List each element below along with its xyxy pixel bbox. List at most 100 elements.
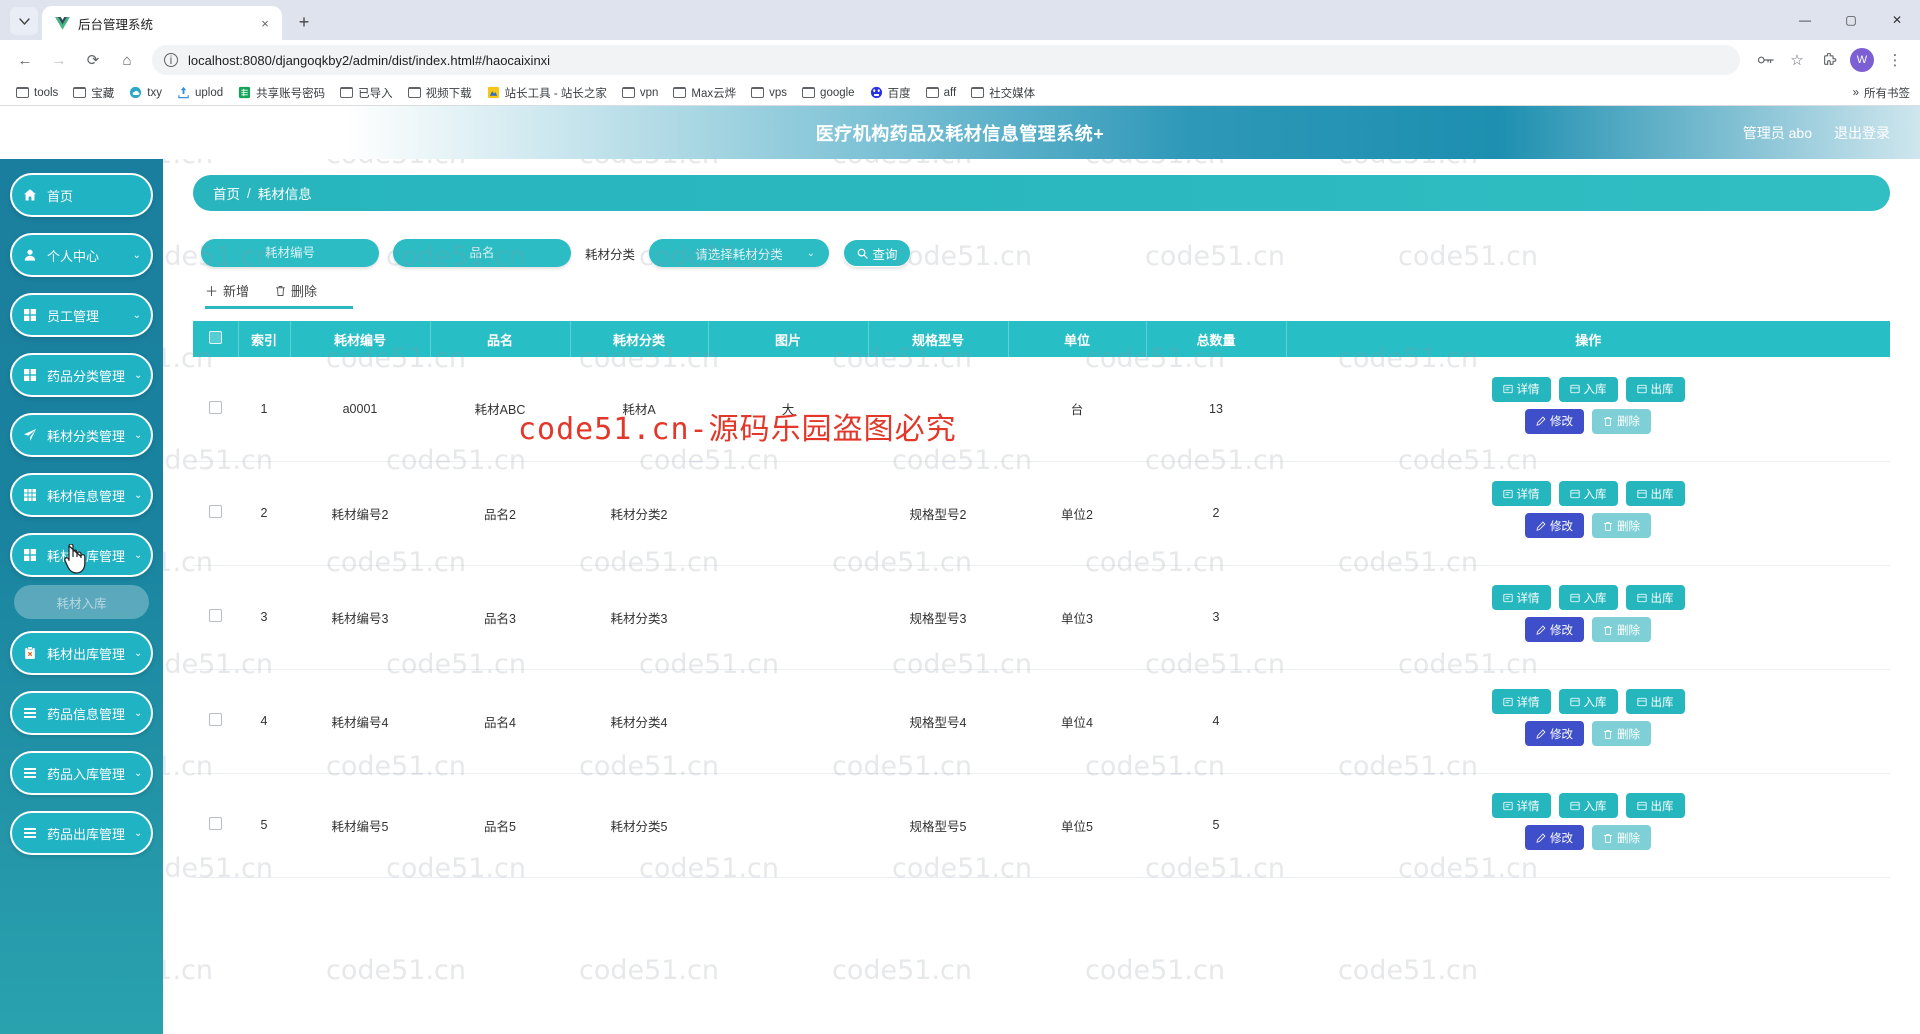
row-checkbox[interactable] (193, 773, 238, 878)
bookmark-item[interactable]: uplod (171, 84, 229, 101)
sidebar-item-2[interactable]: 员工管理 ⌄ (10, 293, 153, 337)
row-checkbox[interactable] (209, 505, 222, 518)
bookmark-item[interactable]: 站长工具 - 站长之家 (481, 83, 613, 103)
bookmarks-bar: tools 宝藏 txy uplod 共享账号密码 已导入 视频下载 站长工具 - 站长之家 v… (0, 80, 1920, 106)
bookmark-item[interactable]: 共享账号密码 (232, 83, 331, 103)
row-checkbox[interactable] (193, 669, 238, 774)
new-tab-button[interactable]: + (290, 8, 318, 36)
row-checkbox[interactable] (193, 565, 238, 670)
edit-button[interactable]: 修改 (1525, 825, 1584, 850)
minimize-icon[interactable]: — (1782, 4, 1828, 36)
sidebar-item-7[interactable]: 耗材出库管理 ⌄ (10, 631, 153, 675)
row-checkbox[interactable] (209, 400, 222, 414)
stock-out-button[interactable]: 出库 (1625, 481, 1685, 506)
row-checkbox[interactable] (209, 609, 222, 622)
content-panel: 耗材分类 请选择耗材分类 ⌄ 查询 ＋ 新增 (193, 225, 1890, 878)
row-checkbox[interactable] (193, 461, 238, 566)
sidebar-item-9[interactable]: 药品入库管理 ⌄ (10, 751, 153, 795)
home-icon[interactable]: ⌂ (112, 45, 142, 75)
address-bar[interactable]: i localhost:8080/djangoqkby2/admin/dist/… (152, 45, 1740, 75)
bookmark-item[interactable]: 已导入 (334, 83, 399, 103)
delete-button[interactable]: 删除 (275, 281, 317, 300)
bookmark-item[interactable]: 社交媒体 (965, 83, 1041, 103)
row-delete-button[interactable]: 删除 (1592, 408, 1651, 434)
sidebar-item-0[interactable]: 首页 (10, 173, 153, 217)
add-button[interactable]: ＋ 新增 (205, 281, 249, 300)
edit-button-label: 修改 (1550, 520, 1573, 533)
edit-button[interactable]: 修改 (1525, 721, 1584, 746)
stock-out-button[interactable]: 出库 (1625, 585, 1685, 610)
password-key-icon[interactable] (1750, 45, 1780, 75)
bookmark-item[interactable]: google (796, 84, 861, 101)
table-head: 索引 耗材编号 品名 耗材分类 图片 规格型号 单位 总数量 操作 (193, 321, 1890, 357)
close-window-icon[interactable]: ✕ (1874, 4, 1920, 36)
select-all-checkbox[interactable] (208, 331, 222, 344)
extensions-puzzle-icon[interactable] (1814, 45, 1844, 75)
bookmark-item[interactable]: 视频下载 (402, 83, 478, 103)
sidebar-item-1[interactable]: 个人中心 ⌄ (10, 233, 153, 277)
stock-in-button[interactable]: 入库 (1558, 481, 1618, 506)
bookmark-item[interactable]: 宝藏 (67, 83, 120, 103)
all-bookmarks-button[interactable]: » 所有书签 (1853, 85, 1910, 101)
close-icon[interactable]: × (256, 14, 274, 32)
reload-icon[interactable]: ⟳ (78, 45, 108, 75)
stock-in-button[interactable]: 入库 (1558, 376, 1618, 402)
query-button[interactable]: 查询 (843, 239, 912, 267)
sidebar-submenu-item[interactable]: 耗材入库 (14, 585, 149, 619)
breadcrumb-root[interactable]: 首页 (213, 183, 240, 203)
bookmark-item[interactable]: txy (123, 84, 168, 101)
sidebar-item-4[interactable]: 耗材分类管理 ⌄ (10, 413, 153, 457)
search-input-code[interactable] (201, 239, 379, 267)
sidebar-item-10[interactable]: 药品出库管理 ⌄ (10, 811, 153, 855)
stock-in-button[interactable]: 入库 (1558, 689, 1618, 714)
sidebar-item-8[interactable]: 药品信息管理 ⌄ (10, 691, 153, 735)
stock-out-button[interactable]: 出库 (1625, 689, 1685, 714)
row-checkbox[interactable] (209, 817, 222, 830)
edit-button[interactable]: 修改 (1525, 513, 1584, 538)
category-select[interactable]: 请选择耗材分类 ⌄ (649, 239, 830, 267)
row-delete-button[interactable]: 删除 (1592, 721, 1651, 746)
maximize-icon[interactable]: ▢ (1828, 4, 1874, 36)
cell-spec: 规格型号4 (868, 669, 1008, 774)
avatar[interactable]: W (1850, 48, 1874, 72)
tab-search-button[interactable] (10, 7, 38, 35)
stock-in-button[interactable]: 入库 (1558, 793, 1618, 818)
row-delete-button[interactable]: 删除 (1592, 513, 1651, 538)
search-input-name[interactable] (393, 239, 571, 267)
stock-out-button[interactable]: 出库 (1625, 376, 1685, 402)
forward-icon[interactable]: → (44, 45, 74, 75)
plus-icon: ＋ (205, 284, 219, 299)
browser-menu-icon[interactable]: ⋮ (1880, 45, 1910, 75)
detail-button[interactable]: 详情 (1491, 689, 1551, 714)
row-delete-button[interactable]: 删除 (1592, 617, 1651, 642)
select-all-header[interactable] (193, 321, 239, 357)
admin-user-label[interactable]: 管理员 abo (1743, 123, 1812, 143)
vue-logo-icon (54, 15, 70, 31)
logout-button[interactable]: 退出登录 (1834, 123, 1890, 143)
sidebar-item-3[interactable]: 药品分类管理 ⌄ (10, 353, 153, 397)
bookmark-item[interactable]: 百度 (864, 83, 917, 103)
stock-in-button[interactable]: 入库 (1558, 585, 1618, 610)
detail-button[interactable]: 详情 (1491, 793, 1551, 818)
row-delete-button[interactable]: 删除 (1592, 825, 1651, 850)
bookmark-item[interactable]: aff (920, 84, 963, 101)
edit-button[interactable]: 修改 (1525, 617, 1584, 642)
bookmark-item[interactable]: Max云烨 (667, 83, 742, 103)
browser-tab[interactable]: 后台管理系统 × (42, 6, 282, 40)
bookmark-label: aff (943, 86, 957, 99)
detail-button[interactable]: 详情 (1491, 376, 1551, 402)
bookmark-item[interactable]: vpn (616, 84, 665, 101)
sidebar-item-6[interactable]: 耗材入库管理 ⌄ (10, 533, 153, 577)
site-info-icon[interactable]: i (164, 53, 178, 67)
bookmark-item[interactable]: vps (745, 84, 793, 101)
sidebar-item-5[interactable]: 耗材信息管理 ⌄ (10, 473, 153, 517)
detail-button[interactable]: 详情 (1491, 585, 1551, 610)
stock-out-button[interactable]: 出库 (1625, 793, 1685, 818)
bookmark-item[interactable]: tools (10, 84, 64, 101)
edit-button[interactable]: 修改 (1525, 408, 1584, 434)
row-checkbox[interactable] (209, 713, 222, 726)
bookmark-star-icon[interactable]: ☆ (1782, 45, 1812, 75)
row-checkbox[interactable] (193, 357, 238, 462)
back-icon[interactable]: ← (10, 45, 40, 75)
detail-button[interactable]: 详情 (1491, 481, 1551, 506)
